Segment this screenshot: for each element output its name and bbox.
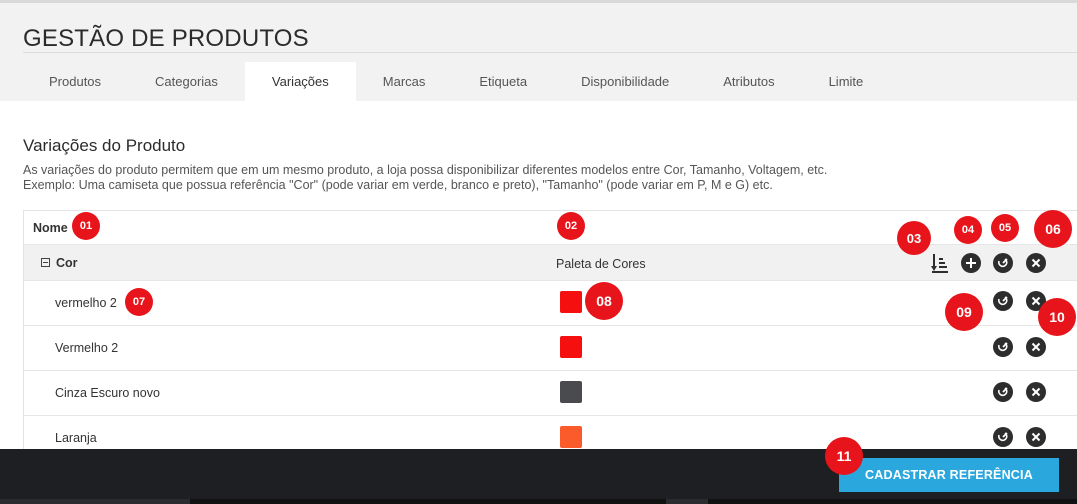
footer-strip <box>0 499 1077 504</box>
column-header-name: Nome <box>33 221 68 235</box>
annotation-badge: 11 <box>825 437 863 475</box>
edit-icon[interactable] <box>993 253 1013 273</box>
item-name: Vermelho 2 <box>55 341 119 355</box>
tab-marcas[interactable]: Marcas <box>356 62 453 101</box>
tab-limite[interactable]: Limite <box>802 62 891 101</box>
table-row: Cinza Escuro novo <box>24 371 1077 416</box>
item-name: vermelho 2 <box>55 296 117 310</box>
table-row: Vermelho 2 <box>24 326 1077 371</box>
description-line: As variações do produto permitem que em … <box>23 163 828 177</box>
annotation-badge: 02 <box>557 212 585 240</box>
annotation-badge: 01 <box>72 212 100 240</box>
page-title: GESTÃO DE PRODUTOS <box>23 25 309 52</box>
section-title: Variações do Produto <box>23 136 186 155</box>
annotation-badge: 04 <box>954 216 982 244</box>
color-swatch <box>560 381 582 403</box>
color-swatch <box>560 336 582 358</box>
edit-icon[interactable] <box>993 382 1013 402</box>
color-swatch <box>560 426 582 448</box>
footer-strip-segment <box>666 499 708 504</box>
table-row: vermelho 2 <box>24 281 1077 326</box>
tab-categorias[interactable]: Categorias <box>128 62 245 101</box>
annotation-badge: 06 <box>1034 210 1072 248</box>
annotation-badge: 05 <box>991 214 1019 242</box>
tab-bar: Produtos Categorias Variações Marcas Eti… <box>22 62 890 101</box>
minus-square-icon[interactable] <box>41 258 50 267</box>
annotation-badge: 10 <box>1038 298 1076 336</box>
section-description: As variações do produto permitem que em … <box>23 163 827 193</box>
item-name: Laranja <box>55 431 97 445</box>
close-circle-icon[interactable] <box>1026 253 1046 273</box>
item-name: Cinza Escuro novo <box>55 386 160 400</box>
annotation-badge: 07 <box>125 288 153 316</box>
footer-strip-segment <box>0 499 190 504</box>
tab-etiqueta[interactable]: Etiqueta <box>452 62 554 101</box>
annotation-badge: 03 <box>897 221 931 255</box>
tab-variacoes[interactable]: Variações <box>244 62 356 101</box>
close-circle-icon[interactable] <box>1026 382 1046 402</box>
annotation-badge: 08 <box>585 282 623 320</box>
group-type: Paleta de Cores <box>556 257 646 271</box>
page-header: GESTÃO DE PRODUTOS Produtos Categorias V… <box>0 3 1077 101</box>
tab-produtos[interactable]: Produtos <box>22 62 128 101</box>
close-circle-icon[interactable] <box>1026 337 1046 357</box>
close-circle-icon[interactable] <box>1026 427 1046 447</box>
annotation-badge: 09 <box>945 293 983 331</box>
group-name: Cor <box>56 256 78 270</box>
sort-icon[interactable] <box>931 252 949 274</box>
edit-icon[interactable] <box>993 291 1013 311</box>
title-divider <box>23 52 1077 53</box>
edit-icon[interactable] <box>993 427 1013 447</box>
plus-circle-icon[interactable] <box>961 253 981 273</box>
description-line: Exemplo: Uma camiseta que possua referên… <box>23 178 773 192</box>
tab-disponibilidade[interactable]: Disponibilidade <box>554 62 696 101</box>
color-swatch <box>560 291 582 313</box>
edit-icon[interactable] <box>993 337 1013 357</box>
register-reference-button[interactable]: CADASTRAR REFERÊNCIA <box>839 458 1059 492</box>
table-row: Laranja <box>24 416 1077 449</box>
tab-atributos[interactable]: Atributos <box>696 62 801 101</box>
